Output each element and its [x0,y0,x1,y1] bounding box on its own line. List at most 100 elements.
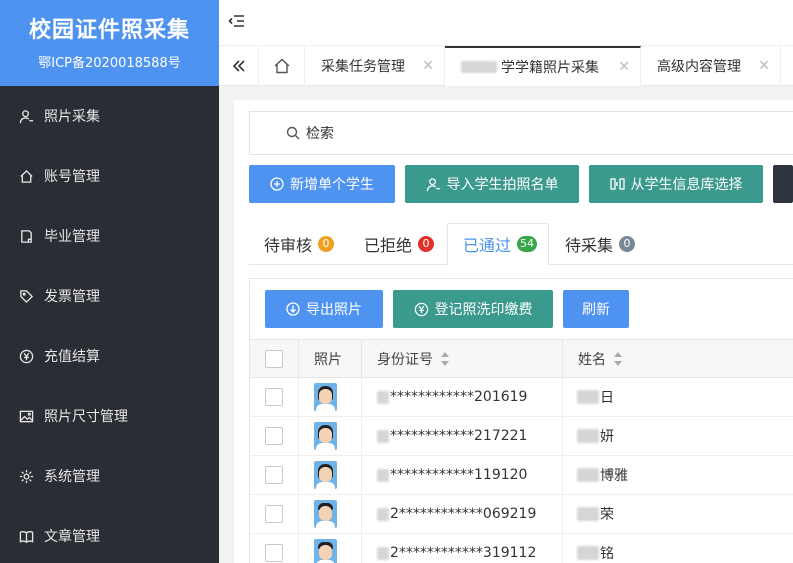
icp-number: 鄂ICP备2020018588号 [38,56,181,71]
import-list-button[interactable]: 导入学生拍照名单 [405,165,579,203]
name-cell: 荣 [563,495,793,533]
gear-icon [18,468,34,484]
redacted-text [377,507,389,521]
column-label: 姓名 [578,352,606,368]
select-all-checkbox[interactable] [265,350,283,368]
sidebar-item-accounts[interactable]: 账号管理 [0,156,219,196]
button-label: 刷新 [582,302,610,318]
column-photo: 照片 [299,340,362,378]
student-name: 铭 [600,546,614,562]
table-row[interactable]: ************217221 妍 [250,417,793,456]
table-toolbar: 导出照片 登记照洗印缴费 刷新 [250,279,793,339]
column-label: 照片 [314,352,342,368]
table-row[interactable]: 2************319112 铭 [250,534,793,563]
photo-cell [299,456,362,494]
table-header: 照片 身份证号 姓名 [250,339,793,378]
sidebar-item-system[interactable]: 系统管理 [0,456,219,496]
tab-to-collect[interactable]: 待采集 0 [565,223,636,265]
status-tabs: 待审核 0 已拒绝 0 已通过 54 待采集 0 [249,223,793,265]
table-row[interactable]: ************201619 日 [250,378,793,417]
count-badge: 0 [619,236,636,252]
register-fee-button[interactable]: 登记照洗印缴费 [393,290,553,328]
student-photo[interactable] [314,461,337,489]
search-icon [286,126,300,140]
column-name[interactable]: 姓名 [563,340,793,378]
sidebar-item-label: 账号管理 [44,169,100,185]
redacted-text [577,507,599,521]
tab-approved[interactable]: 已通过 54 [447,223,549,265]
tab-photo-collection[interactable]: 学学籍照片采集 ✕ [445,46,641,86]
search-label: 检索 [306,126,334,142]
row-checkbox[interactable] [265,427,283,445]
tab-rejected[interactable]: 已拒绝 0 [364,223,435,265]
book-icon [18,528,34,544]
redacted-text [461,61,497,73]
tag-icon [18,288,34,304]
student-photo[interactable] [314,539,337,563]
student-name: 日 [600,390,614,406]
students-table: 导出照片 登记照洗印缴费 刷新 照片 身份证号 姓名 ************2… [249,278,793,563]
name-cell: 日 [563,378,793,416]
tab-advanced-content[interactable]: 高级内容管理 ✕ [641,46,781,86]
tab-collection-tasks[interactable]: 采集任务管理 ✕ [305,46,445,86]
sidebar-item-label: 文章管理 [44,529,100,545]
student-photo[interactable] [314,500,337,528]
redacted-text [377,468,389,482]
sidebar: 校园证件照采集 鄂ICP备2020018588号 照片采集 账号管理 毕业管理 … [0,0,219,563]
export-photos-button[interactable]: 导出照片 [265,290,383,328]
tab-label: 采集任务管理 [321,59,405,75]
tab-pending-review[interactable]: 待审核 0 [264,223,335,265]
row-checkbox[interactable] [265,544,283,562]
table-row[interactable]: 2************069219 荣 [250,495,793,534]
id-number-cell: ************217221 [362,417,563,455]
close-icon[interactable]: ✕ [618,59,630,75]
redacted-text [577,468,599,482]
user-icon [426,177,440,191]
count-badge: 54 [517,236,538,252]
student-photo[interactable] [314,422,337,450]
tabs-scroll-left-icon[interactable] [219,46,259,86]
student-name: 博雅 [600,468,628,484]
close-icon[interactable]: ✕ [422,58,434,74]
id-number: ************201619 [390,389,528,405]
id-number-cell: 2************069219 [362,495,563,533]
row-select-cell [250,534,299,563]
app-title: 校园证件照采集 [28,18,190,43]
button-label: 登记照洗印缴费 [434,302,533,318]
tab-label: 高级内容管理 [657,59,741,75]
photo-cell [299,495,362,533]
sort-icon[interactable] [441,352,449,366]
sidebar-item-invoices[interactable]: 发票管理 [0,276,219,316]
photo-cell [299,534,362,563]
sidebar-item-label: 照片尺寸管理 [44,409,128,425]
main-panel: 检索 新增单个学生 导入学生拍照名单 从学生信息库选择 待审核 0 已拒绝 0 … [234,100,793,563]
sidebar-item-articles[interactable]: 文章管理 [0,516,219,556]
id-number: 2************069219 [390,506,537,522]
redacted-text [377,390,389,404]
more-actions-button[interactable] [773,165,793,203]
photo-cell [299,378,362,416]
tab-label: 已拒绝 [364,236,413,255]
image-icon [18,408,34,424]
row-checkbox[interactable] [265,388,283,406]
close-icon[interactable]: ✕ [758,58,770,74]
collapse-menu-icon[interactable] [228,12,248,32]
sidebar-item-recharge[interactable]: 充值结算 [0,336,219,376]
home-tab-icon[interactable] [259,46,305,86]
column-id-number[interactable]: 身份证号 [362,340,563,378]
sort-icon[interactable] [614,352,622,366]
sidebar-item-label: 照片采集 [44,109,100,125]
row-checkbox[interactable] [265,505,283,523]
add-student-button[interactable]: 新增单个学生 [249,165,395,203]
sidebar-item-graduation[interactable]: 毕业管理 [0,216,219,256]
button-label: 导入学生拍照名单 [446,177,559,193]
refresh-button[interactable]: 刷新 [563,290,629,328]
sidebar-item-photo-collection[interactable]: 照片采集 [0,96,219,136]
table-row[interactable]: ************119120 博雅 [250,456,793,495]
sidebar-item-photo-sizes[interactable]: 照片尺寸管理 [0,396,219,436]
select-from-db-button[interactable]: 从学生信息库选择 [589,165,763,203]
row-checkbox[interactable] [265,466,283,484]
search-field[interactable]: 检索 [249,111,793,155]
name-cell: 铭 [563,534,793,563]
student-photo[interactable] [314,383,337,411]
